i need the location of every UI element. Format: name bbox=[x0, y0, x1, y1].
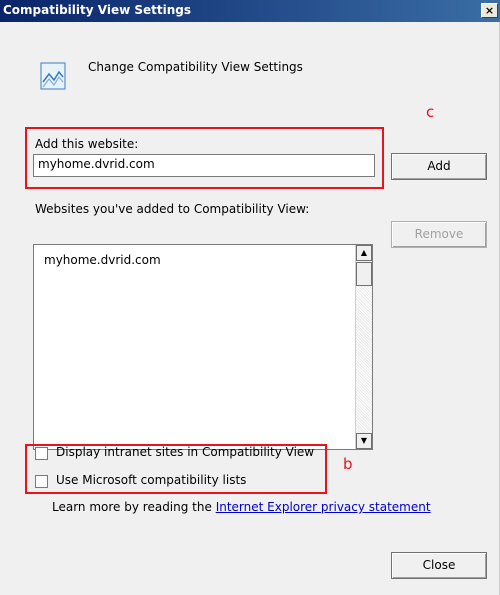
annotation-label-c: c bbox=[426, 103, 435, 121]
dialog-body: Change Compatibility View Settings Add t… bbox=[0, 22, 500, 595]
scroll-thumb[interactable] bbox=[356, 262, 372, 286]
annotation-box-c bbox=[25, 127, 384, 189]
list-item[interactable]: myhome.dvrid.com bbox=[44, 253, 161, 267]
remove-button[interactable]: Remove bbox=[391, 221, 487, 248]
privacy-text: Learn more by reading the Internet Explo… bbox=[52, 500, 431, 514]
annotation-box-b bbox=[25, 444, 327, 494]
scroll-up-button[interactable]: ▲ bbox=[356, 245, 372, 261]
privacy-prefix: Learn more by reading the bbox=[52, 500, 216, 514]
websites-listbox[interactable]: myhome.dvrid.com ▲ ▼ bbox=[33, 244, 373, 450]
close-button[interactable]: Close bbox=[391, 552, 487, 579]
compatibility-view-icon bbox=[40, 62, 66, 90]
close-window-button[interactable]: × bbox=[481, 3, 498, 18]
listbox-scrollbar[interactable]: ▲ ▼ bbox=[355, 245, 372, 449]
added-websites-label: Websites you've added to Compatibility V… bbox=[35, 202, 310, 216]
scroll-down-button[interactable]: ▼ bbox=[356, 433, 372, 449]
annotation-label-b: b bbox=[343, 455, 353, 473]
privacy-statement-link[interactable]: Internet Explorer privacy statement bbox=[216, 500, 431, 514]
title-bar: Compatibility View Settings × bbox=[0, 0, 500, 22]
header-text: Change Compatibility View Settings bbox=[88, 60, 303, 74]
window-title: Compatibility View Settings bbox=[3, 3, 191, 17]
add-button[interactable]: Add bbox=[391, 153, 487, 180]
compatibility-view-dialog: Compatibility View Settings × Change Com… bbox=[0, 0, 500, 595]
